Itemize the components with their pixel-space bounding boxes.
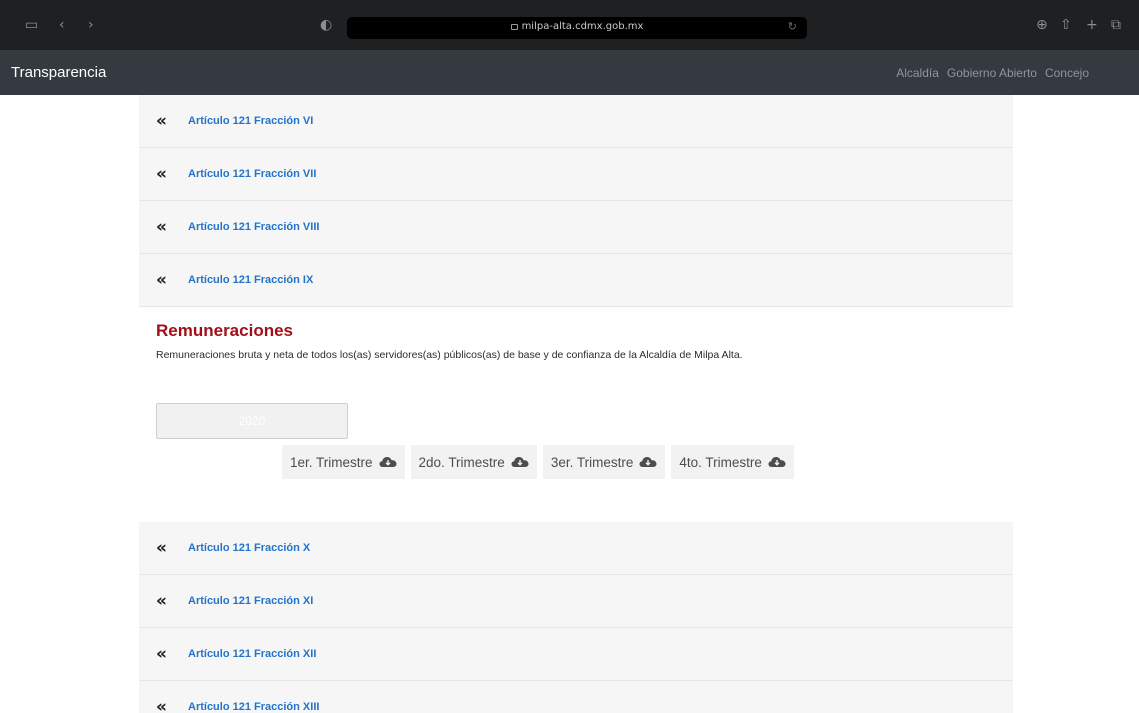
accordion-item[interactable]: « Artículo 121 Fracción VI — [139, 95, 1013, 148]
remuneraciones-panel: Remuneraciones Remuneraciones bruta y ne… — [139, 307, 1013, 522]
accordion-item-title[interactable]: Artículo 121 Fracción XII — [188, 648, 316, 660]
share-icon[interactable]: ⇧ — [1060, 18, 1072, 32]
nav-link-alcaldia[interactable]: Alcaldía — [896, 66, 939, 80]
double-chevron-left-icon: « — [156, 270, 167, 290]
accordion-item-title[interactable]: Artículo 121 Fracción XI — [188, 595, 313, 607]
main-content: « Artículo 121 Fracción VI « Artículo 12… — [139, 95, 1013, 713]
tab-overview-icon[interactable]: ⧉ — [1111, 18, 1121, 32]
address-bar[interactable]: milpa-alta.cdmx.gob.mx ↻ — [347, 17, 807, 39]
forward-icon[interactable]: › — [88, 18, 94, 32]
nav-link-gobierno-abierto[interactable]: Gobierno Abierto — [947, 66, 1037, 80]
quarter-label: 4to. Trimestre — [679, 454, 762, 470]
quarter-label: 3er. Trimestre — [550, 454, 634, 470]
accordion-item[interactable]: « Artículo 121 Fracción IX — [139, 254, 1013, 307]
quarter-label: 1er. Trimestre — [290, 454, 373, 470]
double-chevron-left-icon: « — [156, 538, 167, 558]
year-select[interactable]: 2020 — [156, 403, 348, 439]
accordion-item-title[interactable]: Artículo 121 Fracción VI — [188, 115, 313, 127]
privacy-shield-icon[interactable]: ◐ — [320, 18, 332, 32]
accordion-item[interactable]: « Artículo 121 Fracción XII — [139, 628, 1013, 681]
lock-icon — [510, 24, 518, 30]
quarter-label: 2do. Trimestre — [418, 454, 505, 470]
browser-toolbar: ▭ ‹ › ◐ milpa-alta.cdmx.gob.mx ↻ ⊕ ⇧ + ⧉ — [0, 0, 1139, 50]
new-tab-icon[interactable]: + — [1086, 18, 1098, 32]
cloud-download-icon — [511, 457, 529, 467]
accordion-item-title[interactable]: Artículo 121 Fracción IX — [188, 274, 313, 286]
sidebar-toggle-icon[interactable]: ▭ — [25, 18, 38, 32]
download-icon[interactable]: ⊕ — [1036, 18, 1048, 32]
cloud-download-icon — [379, 457, 397, 467]
double-chevron-left-icon: « — [156, 164, 167, 184]
accordion-item[interactable]: « Artículo 121 Fracción XI — [139, 575, 1013, 628]
url-text: milpa-alta.cdmx.gob.mx — [521, 21, 644, 32]
double-chevron-left-icon: « — [156, 591, 167, 611]
cloud-download-icon — [639, 457, 657, 467]
double-chevron-left-icon: « — [156, 644, 167, 664]
accordion-item-title[interactable]: Artículo 121 Fracción X — [188, 542, 310, 554]
accordion-item[interactable]: « Artículo 121 Fracción VIII — [139, 201, 1013, 254]
download-q3-button[interactable]: 3er. Trimestre — [542, 445, 666, 479]
quarter-buttons: 1er. Trimestre 2do. Trimestre 3er. Trime… — [282, 445, 794, 479]
accordion-item-title[interactable]: Artículo 121 Fracción XIII — [188, 701, 319, 713]
site-brand[interactable]: Transparencia — [11, 64, 106, 81]
panel-description: Remuneraciones bruta y neta de todos los… — [156, 349, 743, 361]
download-q4-button[interactable]: 4to. Trimestre — [671, 445, 794, 479]
panel-title: Remuneraciones — [156, 321, 293, 340]
nav-link-concejo[interactable]: Concejo — [1045, 66, 1089, 80]
accordion-item[interactable]: « Artículo 121 Fracción VII — [139, 148, 1013, 201]
cloud-download-icon — [768, 457, 786, 467]
site-navbar: Transparencia Alcaldía Gobierno Abierto … — [0, 50, 1139, 95]
accordion-item[interactable]: « Artículo 121 Fracción XIII — [139, 681, 1013, 713]
accordion-item[interactable]: « Artículo 121 Fracción X — [139, 522, 1013, 575]
download-q1-button[interactable]: 1er. Trimestre — [282, 445, 405, 479]
double-chevron-left-icon: « — [156, 697, 167, 713]
double-chevron-left-icon: « — [156, 111, 167, 131]
double-chevron-left-icon: « — [156, 217, 167, 237]
accordion-item-title[interactable]: Artículo 121 Fracción VIII — [188, 221, 319, 233]
back-icon[interactable]: ‹ — [59, 18, 65, 32]
accordion-item-title[interactable]: Artículo 121 Fracción VII — [188, 168, 316, 180]
nav-links: Alcaldía Gobierno Abierto Concejo — [896, 66, 1089, 80]
reload-icon[interactable]: ↻ — [788, 20, 797, 33]
download-q2-button[interactable]: 2do. Trimestre — [410, 445, 537, 479]
